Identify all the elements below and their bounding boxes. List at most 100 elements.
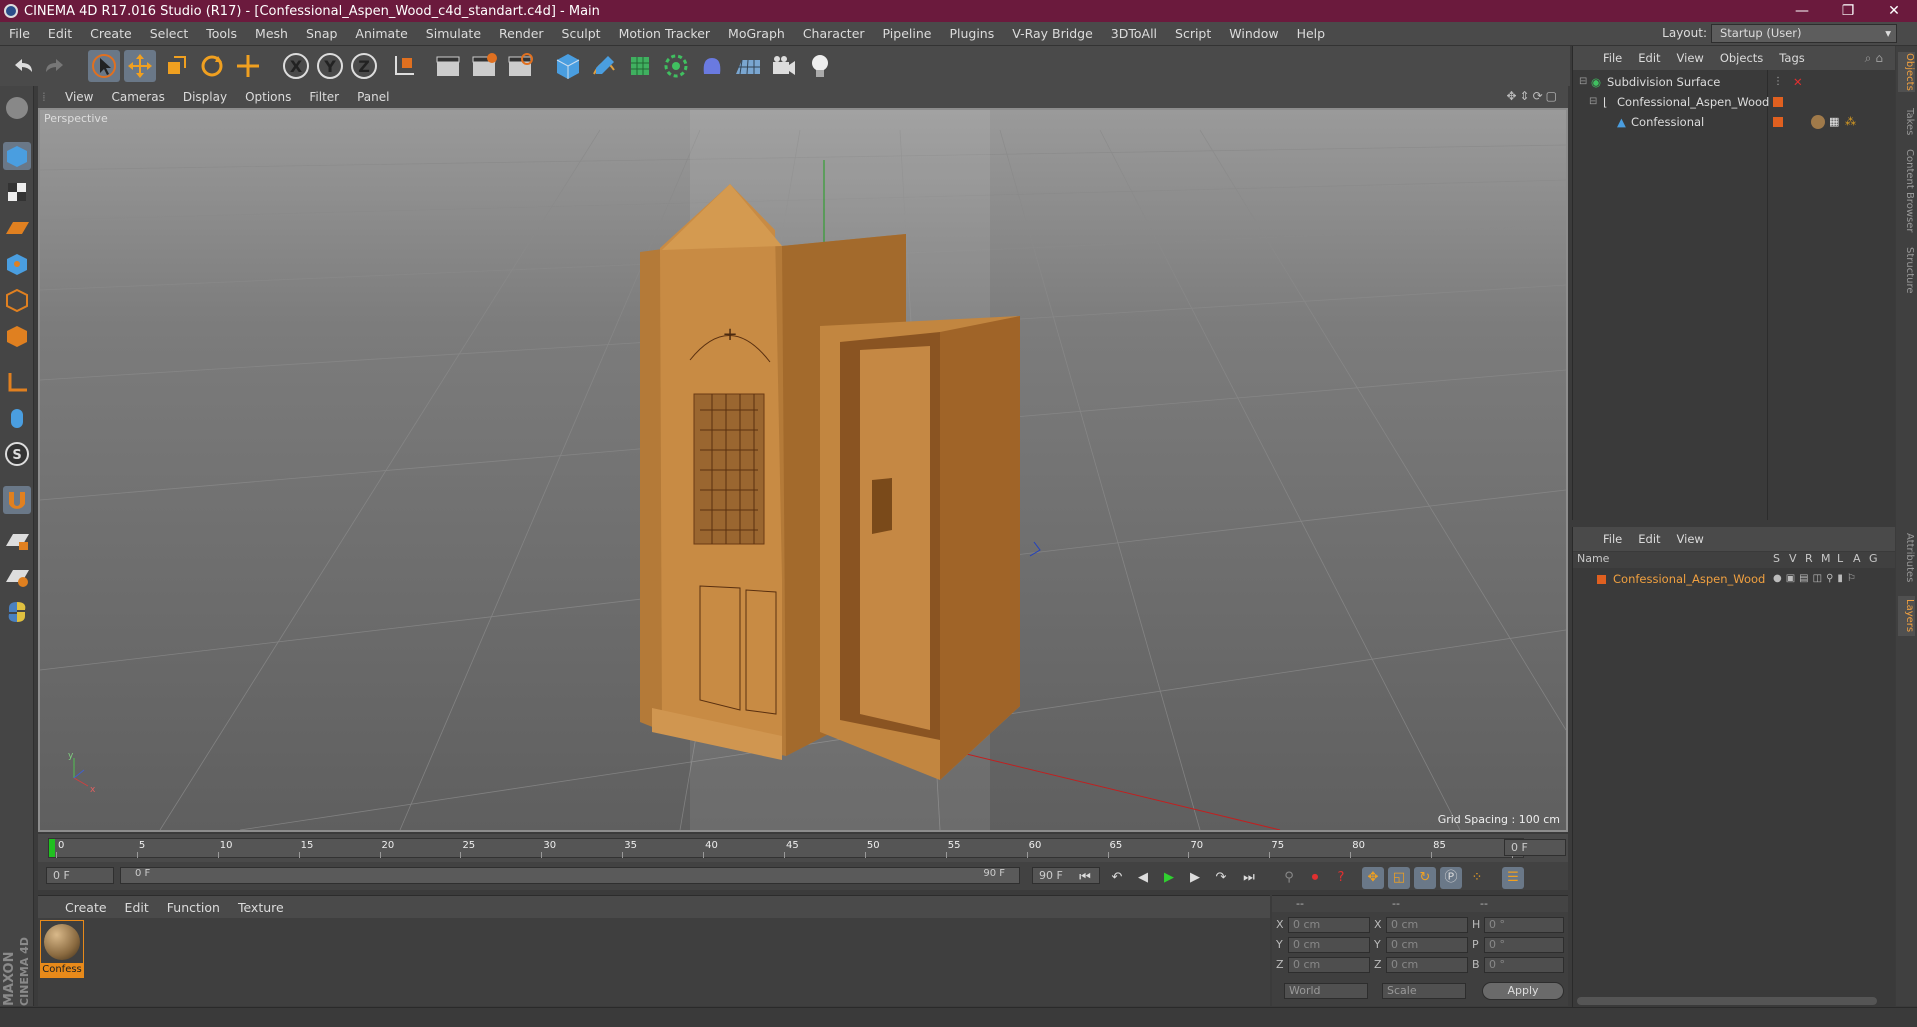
- menu-snap[interactable]: Snap: [297, 26, 346, 41]
- z-axis-lock-button[interactable]: Z: [348, 50, 380, 82]
- previous-key-button[interactable]: ↶: [1106, 867, 1128, 889]
- axis-mode-button[interactable]: [3, 368, 31, 396]
- render-picture-viewer-button[interactable]: [468, 50, 500, 82]
- rotate-tool-button[interactable]: [196, 50, 228, 82]
- size-z-field[interactable]: 0 cm: [1386, 957, 1468, 973]
- tab-objects[interactable]: Objects: [1898, 52, 1915, 92]
- timeline-button[interactable]: ☰: [1502, 867, 1524, 889]
- tab-content-browser[interactable]: Content Browser: [1898, 146, 1915, 236]
- layers-menu-edit[interactable]: Edit: [1630, 532, 1668, 546]
- layer-flag-icons[interactable]: ●▣▤◫⚲▮⚐: [1773, 569, 1860, 589]
- timeline-ruler[interactable]: 051015202530354045505560657075808590 0 F: [38, 834, 1568, 862]
- perspective-viewport[interactable]: + y x Perspective Grid Spacing : 100 cm: [38, 108, 1568, 832]
- maximize-button[interactable]: ❐: [1825, 0, 1871, 22]
- scale-tool-button[interactable]: [160, 50, 192, 82]
- viewport-menu-view[interactable]: View: [56, 90, 102, 104]
- tab-structure[interactable]: Structure: [1898, 242, 1915, 298]
- menu-select[interactable]: Select: [141, 26, 198, 41]
- move-tool-button[interactable]: [124, 50, 156, 82]
- menu-motion-tracker[interactable]: Motion Tracker: [610, 26, 719, 41]
- tab-layers[interactable]: Layers: [1898, 596, 1915, 636]
- tab-takes[interactable]: Takes: [1898, 102, 1915, 142]
- model-mode-button[interactable]: [3, 142, 31, 170]
- key-position-button[interactable]: ✥: [1362, 867, 1384, 889]
- size-mode-select[interactable]: Scale: [1382, 983, 1466, 999]
- autokey-button[interactable]: ?: [1330, 867, 1352, 889]
- horizontal-scrollbar[interactable]: [1577, 997, 1877, 1005]
- minimize-button[interactable]: —: [1779, 0, 1825, 22]
- coordinate-mode-select[interactable]: World: [1284, 983, 1368, 999]
- menu-plugins[interactable]: Plugins: [940, 26, 1003, 41]
- material-menu-function[interactable]: Function: [158, 900, 229, 915]
- next-frame-button[interactable]: ▶: [1184, 867, 1206, 889]
- next-key-button[interactable]: ↷: [1210, 867, 1232, 889]
- layer-color-swatch[interactable]: [1773, 97, 1783, 107]
- y-axis-lock-button[interactable]: Y: [314, 50, 346, 82]
- material-swatch[interactable]: Confess: [40, 920, 84, 978]
- tweak-mode-button[interactable]: [3, 404, 31, 432]
- viewport-menu-options[interactable]: Options: [236, 90, 300, 104]
- material-menu-edit[interactable]: Edit: [116, 900, 158, 915]
- menu-script[interactable]: Script: [1166, 26, 1220, 41]
- objects-menu-objects[interactable]: Objects: [1712, 51, 1771, 65]
- cloner-button[interactable]: [660, 50, 692, 82]
- material-menu-texture[interactable]: Texture: [229, 900, 293, 915]
- pen-spline-button[interactable]: [588, 50, 620, 82]
- menu-3dtoall[interactable]: 3DToAll: [1102, 26, 1166, 41]
- coordinate-system-button[interactable]: [388, 50, 420, 82]
- camera-button[interactable]: [768, 50, 800, 82]
- menu-character[interactable]: Character: [794, 26, 874, 41]
- rot-p-field[interactable]: 0 °: [1484, 937, 1564, 953]
- snap-button[interactable]: [3, 486, 31, 514]
- objects-menu-tags[interactable]: Tags: [1771, 51, 1812, 65]
- cube-object-button[interactable]: [552, 50, 584, 82]
- subdivision-surface-button[interactable]: [624, 50, 656, 82]
- python-button[interactable]: [3, 598, 31, 626]
- layers-menu-view[interactable]: View: [1669, 532, 1712, 546]
- floor-button[interactable]: [732, 50, 764, 82]
- objects-menu-view[interactable]: View: [1669, 51, 1712, 65]
- start-frame-field[interactable]: 0 F: [46, 867, 114, 884]
- deformer-button[interactable]: [696, 50, 728, 82]
- phong-tag-icon[interactable]: ⁂: [1845, 112, 1856, 132]
- redo-button[interactable]: [40, 50, 72, 82]
- go-to-end-button[interactable]: ⏭: [1238, 867, 1260, 889]
- menu-mograph[interactable]: MoGraph: [719, 26, 794, 41]
- viewport-menu-filter[interactable]: Filter: [300, 90, 348, 104]
- menu-vray-bridge[interactable]: V-Ray Bridge: [1003, 26, 1102, 41]
- live-selection-button[interactable]: [232, 50, 264, 82]
- size-y-field[interactable]: 0 cm: [1386, 937, 1468, 953]
- pos-z-field[interactable]: 0 cm: [1288, 957, 1370, 973]
- layout-select[interactable]: Startup (User) ▾: [1711, 24, 1897, 43]
- menu-tools[interactable]: Tools: [197, 26, 246, 41]
- light-button[interactable]: [804, 50, 836, 82]
- menu-pipeline[interactable]: Pipeline: [874, 26, 941, 41]
- texture-tag-icon[interactable]: ▦: [1829, 112, 1839, 132]
- playhead-marker[interactable]: [49, 839, 55, 857]
- rot-h-field[interactable]: 0 °: [1484, 917, 1564, 933]
- menu-render[interactable]: Render: [490, 26, 553, 41]
- solo-mode-button[interactable]: S: [3, 440, 31, 468]
- size-x-field[interactable]: 0 cm: [1386, 917, 1468, 933]
- menu-edit[interactable]: Edit: [39, 26, 81, 41]
- pos-y-field[interactable]: 0 cm: [1288, 937, 1370, 953]
- objects-menu-edit[interactable]: Edit: [1630, 51, 1668, 65]
- material-tag-icon[interactable]: [1811, 115, 1825, 129]
- workplane-lock-button[interactable]: [3, 526, 31, 554]
- layer-color-swatch[interactable]: [1773, 117, 1783, 127]
- apply-button[interactable]: Apply: [1482, 982, 1564, 1000]
- viewport-menu-display[interactable]: Display: [174, 90, 236, 104]
- key-scale-button[interactable]: ◱: [1388, 867, 1410, 889]
- close-button[interactable]: ✕: [1871, 0, 1917, 22]
- workplane-mode-button[interactable]: [3, 214, 31, 242]
- play-button[interactable]: ▶: [1158, 867, 1180, 889]
- menu-animate[interactable]: Animate: [346, 26, 416, 41]
- key-parameter-button[interactable]: Ⓟ: [1440, 867, 1462, 889]
- object-row-confessional-aspen-wood[interactable]: ⊟ ⌊ Confessional_Aspen_Wood: [1573, 92, 1895, 112]
- visibility-dots[interactable]: ⋮: [1773, 72, 1783, 92]
- texture-mode-button[interactable]: [3, 178, 31, 206]
- record-button[interactable]: ⏺: [1304, 867, 1326, 889]
- menu-sculpt[interactable]: Sculpt: [553, 26, 610, 41]
- key-pla-button[interactable]: ⁘: [1466, 867, 1488, 889]
- key-rotation-button[interactable]: ↻: [1414, 867, 1436, 889]
